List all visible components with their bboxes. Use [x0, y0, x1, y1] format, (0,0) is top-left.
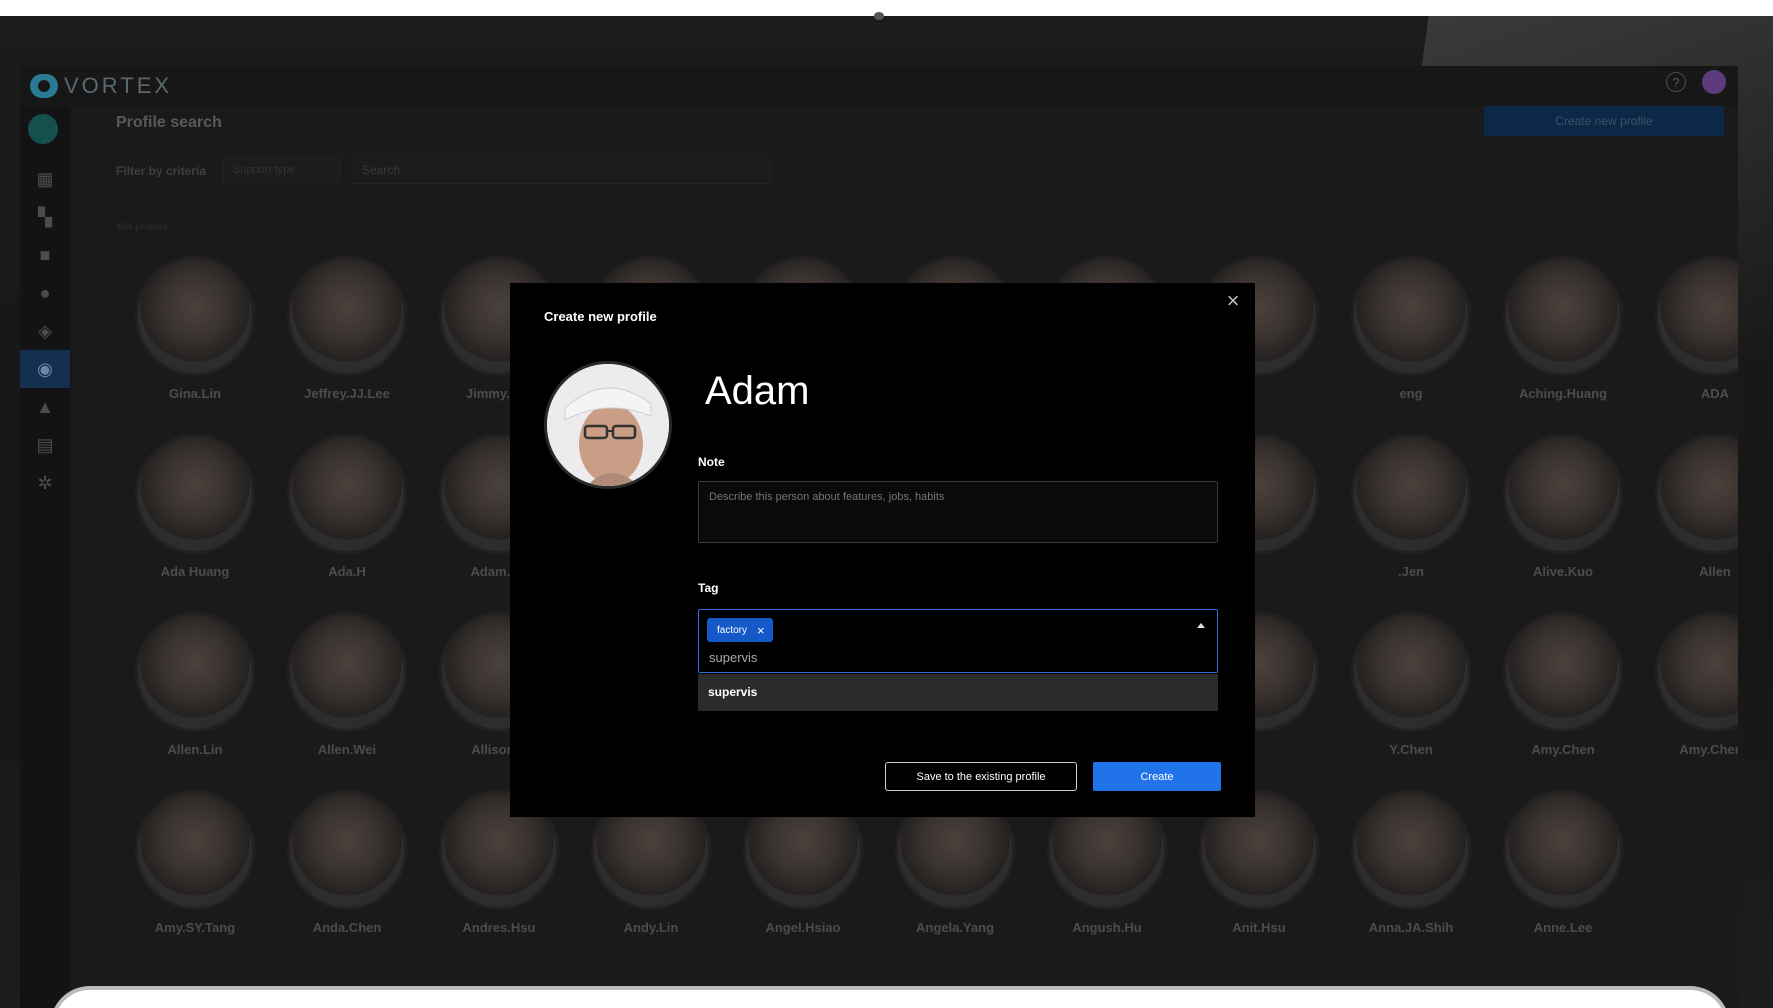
save-to-existing-button[interactable]: Save to the existing profile — [885, 762, 1077, 791]
chevron-up-icon[interactable] — [1197, 623, 1205, 628]
create-button[interactable]: Create — [1093, 762, 1221, 791]
webcam-dot — [874, 12, 884, 20]
tag-suggestion-option[interactable]: supervis — [698, 674, 1218, 711]
bottom-card — [50, 986, 1730, 1008]
screen-bezel — [0, 0, 1773, 16]
note-field[interactable] — [698, 481, 1218, 543]
create-profile-modal: Create new profile × Adam Note Tag facto… — [510, 283, 1255, 817]
tag-input[interactable] — [709, 648, 1009, 666]
close-icon[interactable]: × — [1221, 288, 1245, 313]
tag-chip: factory × — [707, 618, 773, 642]
remove-tag-icon[interactable]: × — [757, 623, 765, 638]
tag-input-box[interactable]: factory × — [698, 609, 1218, 673]
profile-name[interactable]: Adam — [705, 369, 810, 414]
tag-chip-label: factory — [717, 624, 748, 636]
tag-label: Tag — [698, 581, 719, 595]
profile-photo[interactable] — [544, 361, 672, 489]
modal-title: Create new profile — [544, 309, 657, 324]
note-label: Note — [698, 455, 725, 469]
